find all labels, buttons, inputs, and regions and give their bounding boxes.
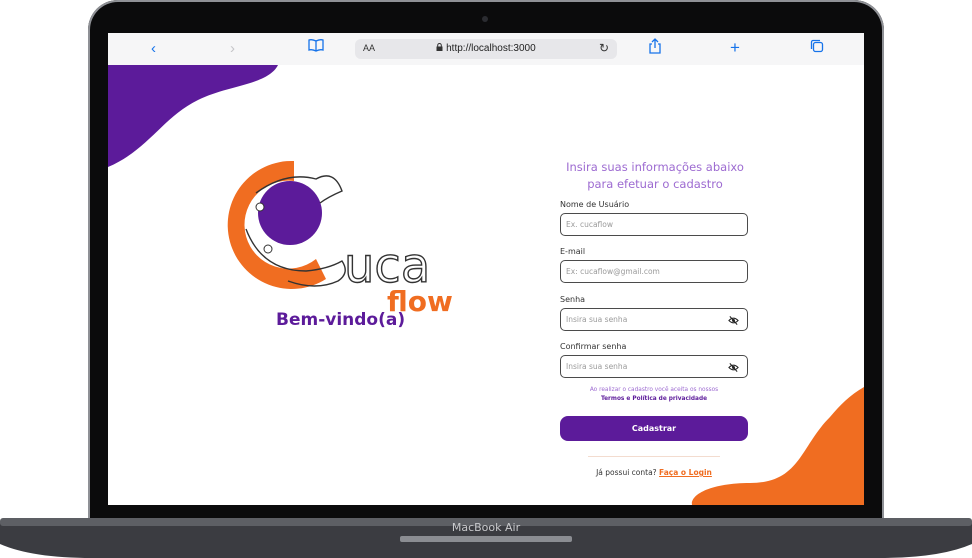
password-label: Senha <box>560 295 586 304</box>
username-field[interactable] <box>560 213 748 236</box>
email-input[interactable] <box>566 265 716 278</box>
email-field[interactable] <box>560 260 748 283</box>
form-title: Insira suas informações abaixo para efet… <box>566 160 744 191</box>
new-tab-icon[interactable]: + <box>730 38 740 58</box>
confirm-password-field[interactable] <box>560 355 748 378</box>
back-icon[interactable]: ‹ <box>151 39 156 59</box>
bookmarks-icon[interactable] <box>308 38 324 58</box>
lock-icon <box>436 43 443 51</box>
login-prompt: Já possui conta? Faça o Login <box>560 468 748 477</box>
tabs-icon[interactable] <box>810 39 824 59</box>
camera-icon <box>482 16 488 22</box>
share-icon[interactable] <box>648 38 662 60</box>
logo-word-uca: uca <box>343 238 431 294</box>
email-label: E-mail <box>560 247 586 256</box>
reload-icon[interactable]: ↻ <box>599 41 609 55</box>
screen: ‹ › AA http://localhost:3000 ↻ + uca flo… <box>108 33 864 505</box>
welcome-heading: Bem-vindo(a) <box>276 310 406 330</box>
signup-page: uca flow Bem-vindo(a) Insira suas inform… <box>108 65 864 505</box>
password-field[interactable] <box>560 308 748 331</box>
terms-text: Ao realizar o cadastro você aceita os no… <box>589 387 719 393</box>
hide-confirm-password-icon[interactable] <box>728 362 739 373</box>
terms-link[interactable]: Termos e Política de privacidade <box>560 395 748 404</box>
browser-toolbar: ‹ › AA http://localhost:3000 ↻ + <box>108 33 864 66</box>
device-brand-label: MacBook Air <box>451 521 521 534</box>
confirm-password-input[interactable] <box>566 360 716 373</box>
divider <box>588 456 720 457</box>
terms-notice: Ao realizar o cadastro você aceita os no… <box>560 386 748 404</box>
username-input[interactable] <box>566 218 716 231</box>
hide-password-icon[interactable] <box>728 315 739 326</box>
register-button[interactable]: Cadastrar <box>560 416 748 441</box>
address-bar[interactable]: AA http://localhost:3000 ↻ <box>355 39 617 59</box>
forward-icon[interactable]: › <box>230 39 235 59</box>
login-prompt-text: Já possui conta? <box>596 468 657 477</box>
url-text: http://localhost:3000 <box>446 43 536 54</box>
password-input[interactable] <box>566 313 716 326</box>
confirm-password-label: Confirmar senha <box>560 342 627 351</box>
orange-blob <box>691 387 864 505</box>
login-link[interactable]: Faça o Login <box>659 468 712 477</box>
username-label: Nome de Usuário <box>560 200 630 209</box>
